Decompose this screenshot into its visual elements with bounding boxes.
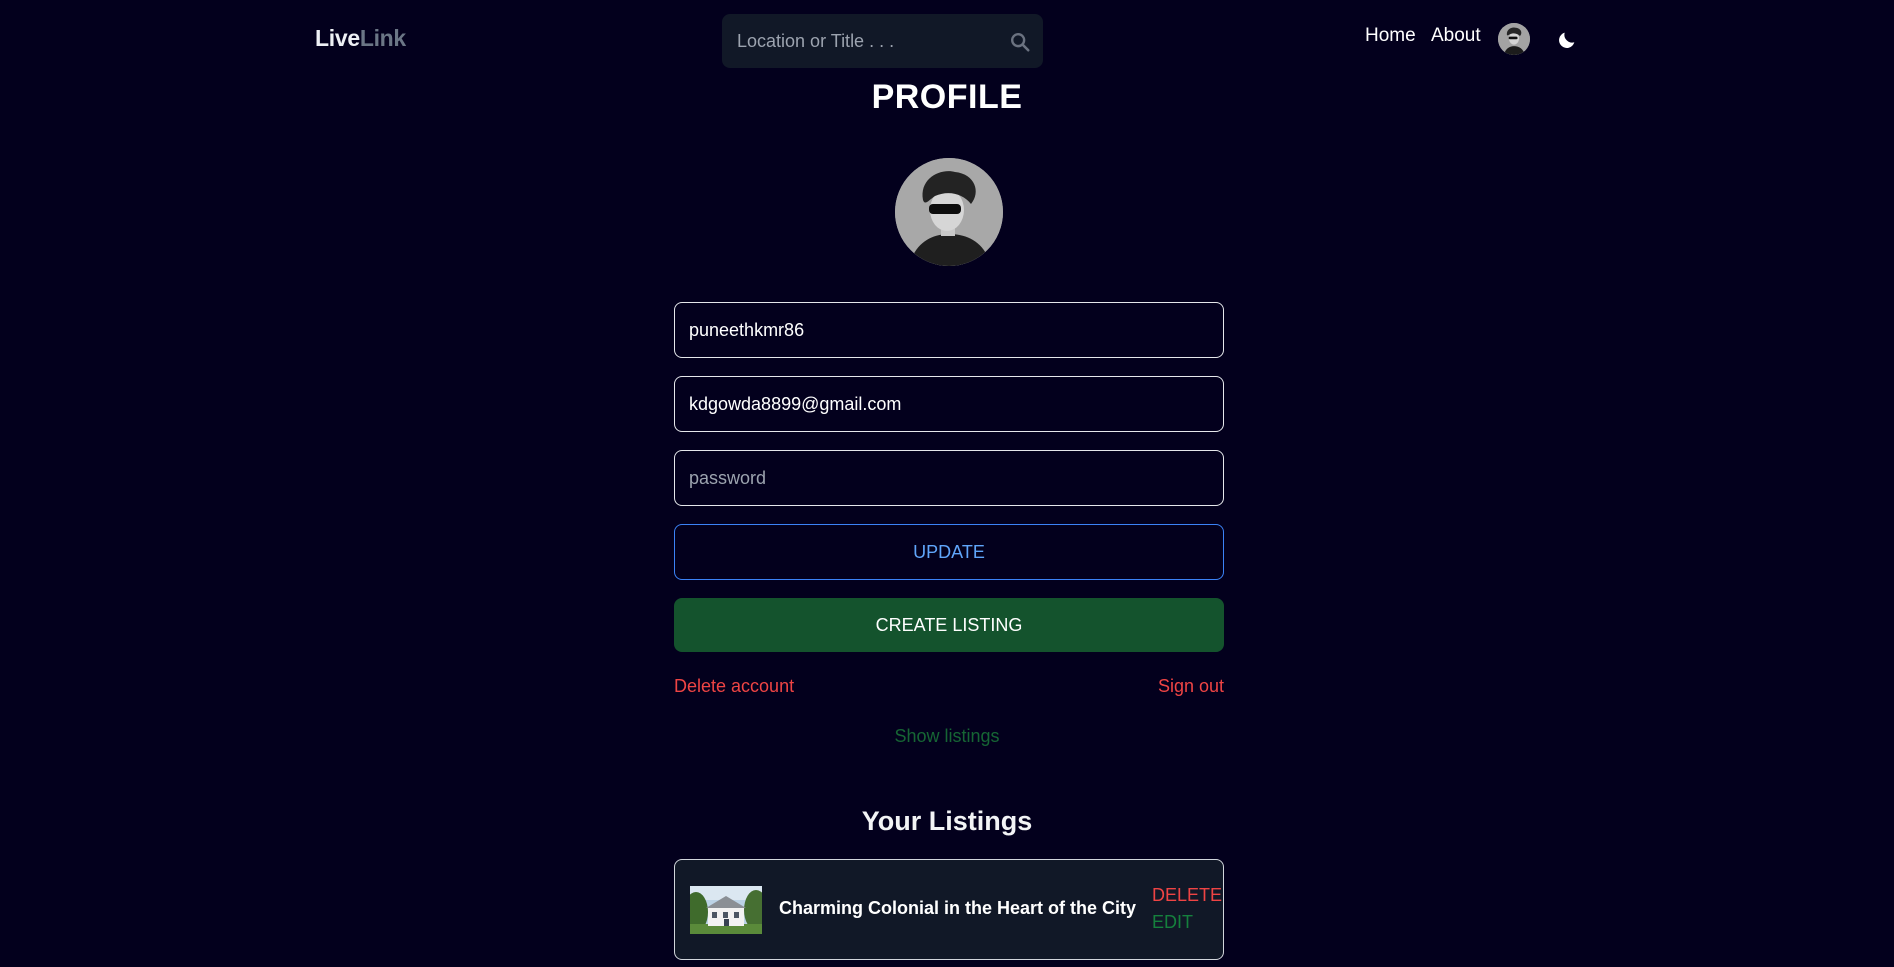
create-listing-button[interactable]: CREATE LISTING xyxy=(674,598,1224,652)
show-listings-row: Show listings xyxy=(0,726,1894,747)
page-title: PROFILE xyxy=(871,78,1023,116)
listing-item: Charming Colonial in the Heart of the Ci… xyxy=(674,859,1224,960)
search-input[interactable] xyxy=(722,14,992,68)
listings-heading: Your Listings xyxy=(861,806,1033,836)
header: LiveLink Home About xyxy=(0,0,1894,80)
sign-out-link[interactable]: Sign out xyxy=(1158,676,1224,697)
logo-part-live: Live xyxy=(315,25,360,51)
user-avatar[interactable] xyxy=(1498,23,1530,55)
show-listings-button[interactable]: Show listings xyxy=(894,726,999,746)
password-field[interactable] xyxy=(674,450,1224,506)
logo-part-link: Link xyxy=(359,25,406,51)
profile-avatar[interactable] xyxy=(895,158,1003,266)
listing-edit-button[interactable]: EDIT xyxy=(1152,912,1193,933)
search-icon[interactable] xyxy=(1009,31,1031,53)
nav-home-link[interactable]: Home xyxy=(1365,25,1416,47)
email-field[interactable] xyxy=(674,376,1224,432)
listing-title-link[interactable]: Charming Colonial in the Heart of the Ci… xyxy=(779,898,1136,919)
listing-thumbnail[interactable] xyxy=(690,886,762,934)
delete-account-link[interactable]: Delete account xyxy=(674,676,794,697)
logo[interactable]: LiveLink xyxy=(315,25,406,52)
nav-about-link[interactable]: About xyxy=(1431,25,1481,47)
moon-icon[interactable] xyxy=(1556,29,1578,51)
update-button[interactable]: UPDATE xyxy=(674,524,1224,580)
username-field[interactable] xyxy=(674,302,1224,358)
search-bar xyxy=(722,14,1043,68)
listing-delete-button[interactable]: DELETE xyxy=(1152,885,1222,906)
